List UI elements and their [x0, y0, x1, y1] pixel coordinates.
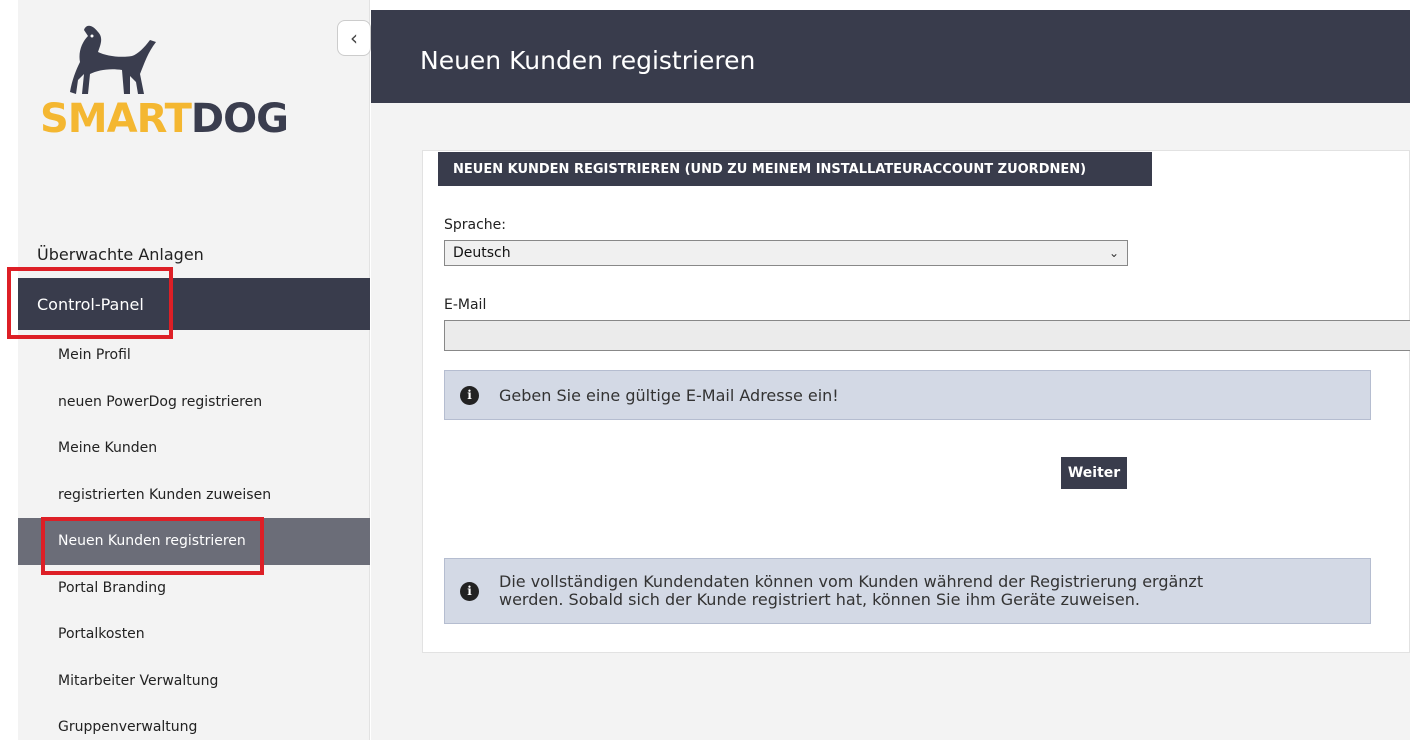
- language-select-value: Deutsch: [453, 245, 511, 261]
- sidebar-collapse-button[interactable]: ‹: [337, 20, 371, 56]
- subnav-item-label: neuen PowerDog registrieren: [58, 393, 263, 410]
- subnav-item-label: Meine Kunden: [58, 440, 158, 457]
- brand-dog: DOG: [190, 96, 289, 142]
- registration-info-line2: werden. Sobald sich der Kunde registrier…: [499, 590, 1140, 609]
- subnav-item-mitarbeiter-verwaltung[interactable]: Mitarbeiter Verwaltung: [18, 658, 370, 705]
- subnav-item-portalkosten[interactable]: Portalkosten: [18, 611, 370, 658]
- brand-wordmark: SMARTDOG: [40, 96, 289, 142]
- email-field[interactable]: [444, 320, 1410, 351]
- chevron-left-icon: ‹: [350, 26, 358, 50]
- subnav-item-gruppenverwaltung[interactable]: Gruppenverwaltung: [18, 704, 370, 740]
- subnav-item-label: Mein Profil: [58, 347, 131, 364]
- language-label: Sprache:: [444, 217, 507, 233]
- brand-smart: SMART: [40, 96, 192, 142]
- subnav-item-label: Portalkosten: [58, 626, 145, 643]
- registration-info-text: Die vollständigen Kundendaten können vom…: [499, 573, 1203, 609]
- sidebar-item-label: Überwachte Anlagen: [37, 244, 204, 264]
- language-select[interactable]: Deutsch ⌄: [444, 240, 1128, 266]
- subnav-item-label: registrierten Kunden zuweisen: [58, 486, 272, 503]
- weiter-button[interactable]: Weiter: [1061, 457, 1127, 489]
- dog-icon: [70, 25, 156, 94]
- subnav-item-label: Mitarbeiter Verwaltung: [58, 672, 219, 689]
- subnav-item-kunden-zuweisen[interactable]: registrierten Kunden zuweisen: [18, 472, 370, 519]
- subnav-item-powerdog-registrieren[interactable]: neuen PowerDog registrieren: [18, 379, 370, 426]
- email-hint-text: Geben Sie eine gültige E-Mail Adresse ei…: [499, 385, 839, 405]
- info-circle-icon: i: [460, 385, 479, 405]
- registration-info-line1: Die vollständigen Kundendaten können vom…: [499, 572, 1204, 591]
- registration-info-alert: i Die vollständigen Kundendaten können v…: [444, 558, 1371, 624]
- page-title: Neuen Kunden registrieren: [420, 46, 756, 75]
- subnav-item-label: Gruppenverwaltung: [58, 719, 198, 736]
- form-section-title: NEUEN KUNDEN REGISTRIEREN (UND ZU MEINEM…: [438, 152, 1152, 186]
- email-label: E-Mail: [444, 297, 487, 313]
- page-header: Neuen Kunden registrieren: [371, 10, 1410, 103]
- highlight-box-control-panel: [7, 267, 173, 339]
- email-hint-alert: i Geben Sie eine gültige E-Mail Adresse …: [444, 370, 1371, 420]
- subnav-item-label: Portal Branding: [58, 579, 167, 596]
- chevron-down-icon: ⌄: [1108, 246, 1119, 260]
- highlight-box-neuen-kunden: [41, 517, 264, 575]
- subnav-item-meine-kunden[interactable]: Meine Kunden: [18, 425, 370, 472]
- info-circle-icon: i: [460, 581, 479, 601]
